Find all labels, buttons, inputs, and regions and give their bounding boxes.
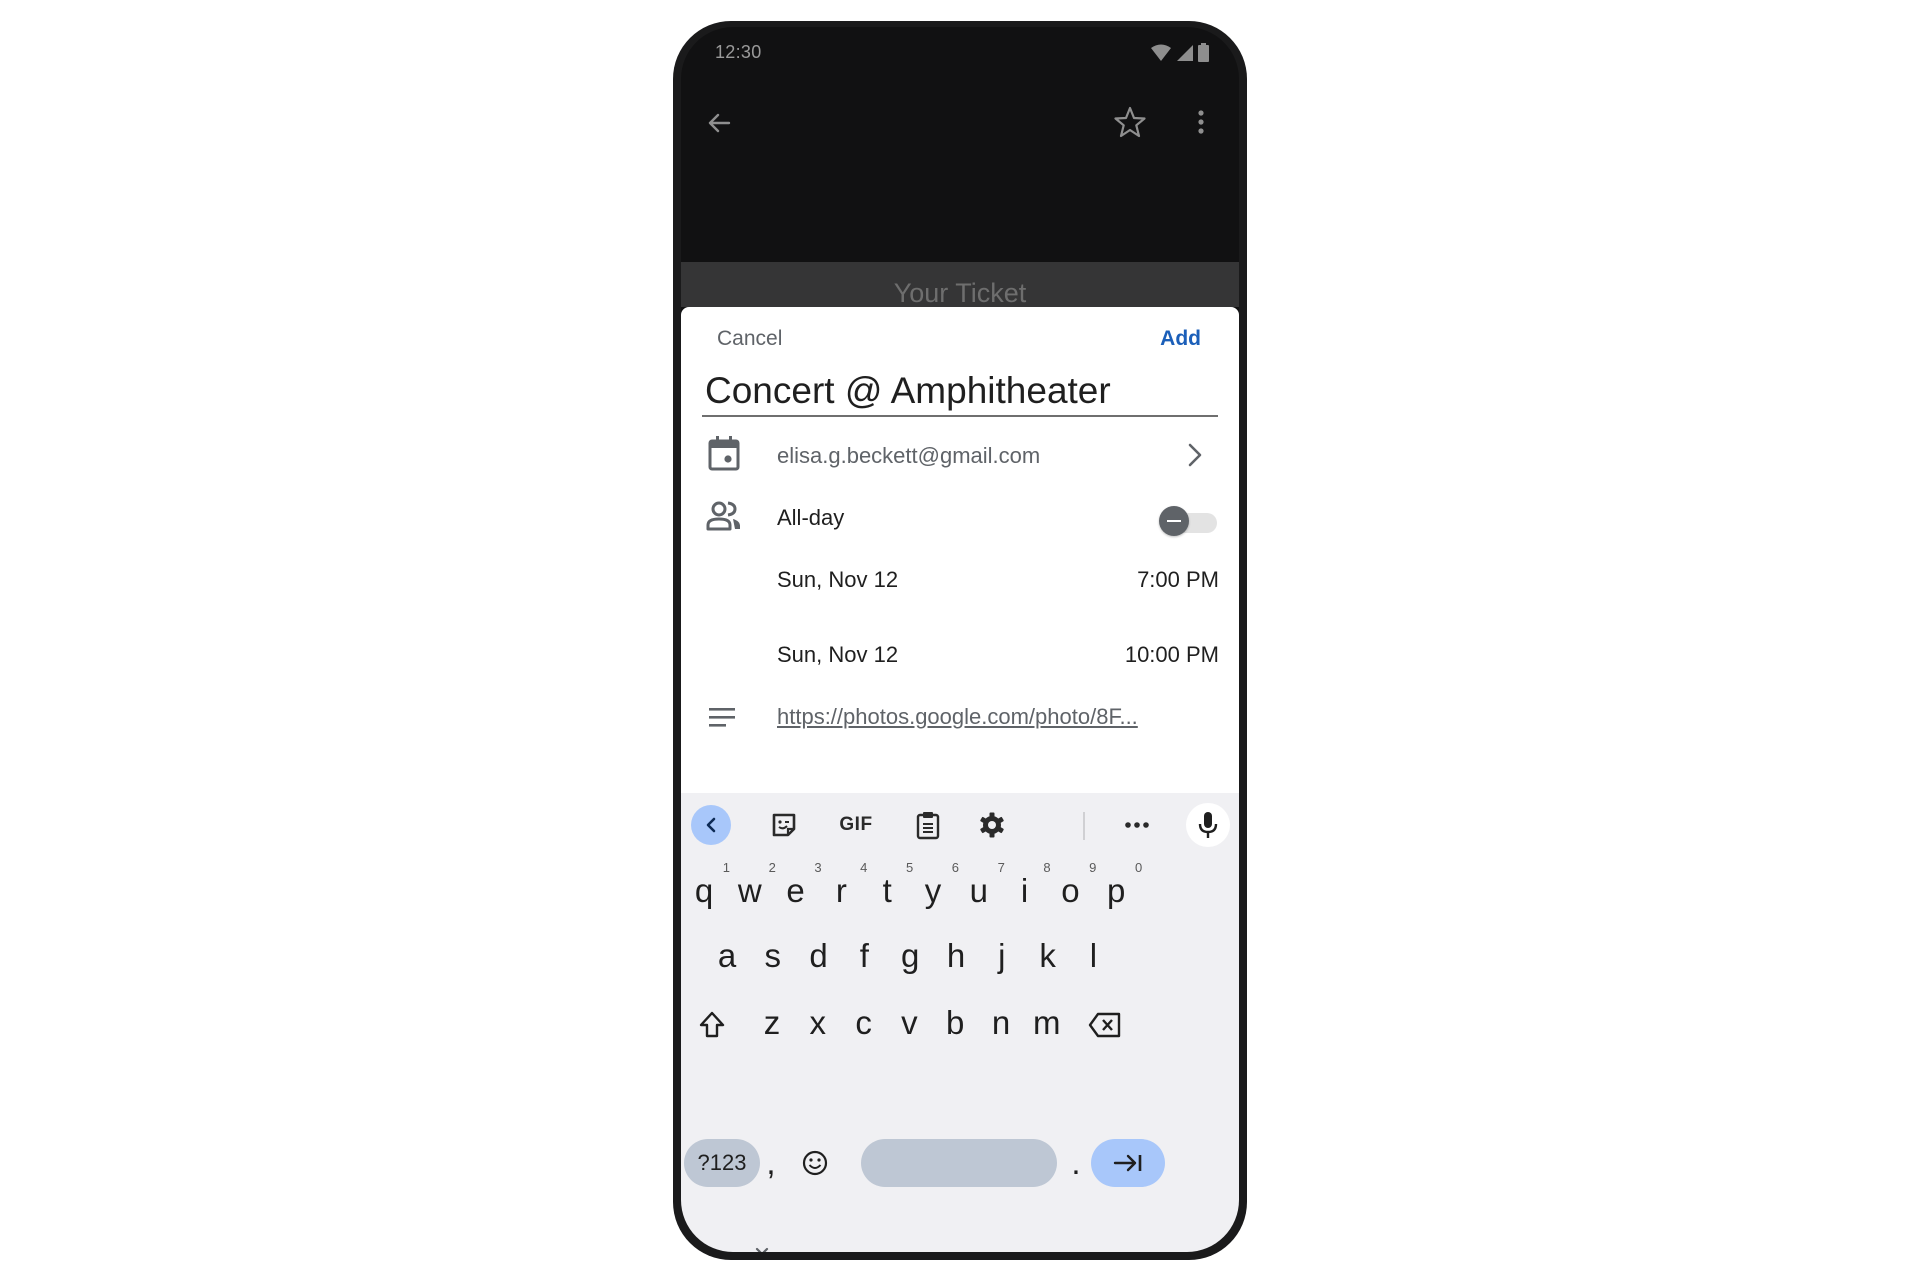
more-button[interactable] <box>1115 805 1159 845</box>
description-link[interactable]: https://photos.google.com/photo/8F... <box>777 704 1138 730</box>
key-w[interactable]: w2 <box>730 861 776 919</box>
end-time[interactable]: 10:00 PM <box>1125 642 1219 668</box>
key-label: q <box>694 872 714 909</box>
key-v[interactable]: v <box>889 995 929 1051</box>
key-i[interactable]: i8 <box>1005 861 1051 919</box>
key-b[interactable]: b <box>935 995 975 1051</box>
chevron-right-icon[interactable] <box>1184 439 1206 471</box>
collapse-toolbar-button[interactable] <box>691 805 731 845</box>
clipboard-button[interactable] <box>908 805 948 845</box>
gif-button[interactable]: GIF <box>826 805 886 845</box>
key-s[interactable]: s <box>753 928 793 984</box>
signal-icon <box>1177 45 1193 61</box>
key-label: w <box>737 872 762 909</box>
period-key[interactable]: . <box>1056 1135 1096 1191</box>
key-o[interactable]: o9 <box>1050 861 1096 919</box>
star-icon[interactable] <box>1113 105 1147 139</box>
toggle-thumb <box>1159 506 1189 536</box>
key-m[interactable]: m <box>1027 995 1067 1051</box>
key-n[interactable]: n <box>981 995 1021 1051</box>
chevron-left-icon <box>706 817 716 833</box>
key-t[interactable]: t5 <box>867 861 914 919</box>
sticker-icon <box>772 813 796 837</box>
key-k[interactable]: k <box>1028 928 1068 984</box>
wifi-icon <box>1151 44 1171 61</box>
key-u[interactable]: u7 <box>959 861 1005 919</box>
add-event-sheet: Cancel Add Concert @ Amphitheater elisa.… <box>681 307 1239 793</box>
key-r[interactable]: r4 <box>821 861 868 919</box>
status-time: 12:30 <box>715 42 762 62</box>
key-label: r <box>835 872 847 909</box>
tab-arrow-icon <box>1113 1154 1142 1172</box>
toolbar-divider <box>1083 812 1085 840</box>
all-day-label: All-day <box>777 505 845 530</box>
backspace-key[interactable] <box>1082 997 1128 1053</box>
microphone-icon <box>1198 812 1218 838</box>
phone-screen: 12:30 Your Ticket Cancel Add Concert @ A… <box>681 27 1239 1252</box>
symbols-key[interactable]: ?123 <box>684 1139 760 1187</box>
status-icons <box>1150 43 1209 62</box>
on-screen-keyboard: GIF q 1 w 2 e 3 r 4 t 5 y 6 u 7 i 8 o 9 … <box>681 793 1239 1252</box>
space-key[interactable] <box>861 1139 1057 1187</box>
backspace-icon <box>1088 1012 1121 1038</box>
key-label: p <box>1107 872 1126 909</box>
key-label: i <box>1020 872 1029 909</box>
emoji-icon <box>802 1150 828 1176</box>
key-e[interactable]: e3 <box>776 861 821 919</box>
sticker-button[interactable] <box>764 805 804 845</box>
next-field-key[interactable] <box>1091 1139 1165 1187</box>
settings-button[interactable] <box>972 805 1012 845</box>
key-g[interactable]: g <box>890 928 930 984</box>
key-label: o <box>1061 872 1080 909</box>
key-j[interactable]: j <box>982 928 1022 984</box>
key-number-hint: 0 <box>1134 860 1143 875</box>
key-label: u <box>969 872 988 909</box>
calendar-account[interactable]: elisa.g.beckett@gmail.com <box>777 443 1040 469</box>
end-date[interactable]: Sun, Nov 12 <box>777 642 898 668</box>
key-a[interactable]: a <box>707 928 747 984</box>
all-day-toggle[interactable] <box>1159 502 1219 538</box>
voice-input-button[interactable] <box>1186 803 1230 847</box>
background-page-title: Your Ticket <box>893 278 1027 308</box>
background-page-header: Your Ticket <box>681 262 1239 308</box>
start-date[interactable]: Sun, Nov 12 <box>777 567 898 593</box>
shift-key[interactable] <box>692 997 732 1053</box>
hide-keyboard-icon[interactable] <box>749 1245 775 1252</box>
comma-key[interactable]: , <box>751 1135 791 1191</box>
key-label: y <box>924 872 942 909</box>
gear-icon <box>980 812 1004 838</box>
clipboard-icon <box>916 812 940 840</box>
people-icon <box>706 501 740 531</box>
key-x[interactable]: x <box>798 995 838 1051</box>
battery-icon <box>1198 43 1209 62</box>
notes-icon <box>709 708 735 727</box>
key-y[interactable]: y6 <box>913 861 959 919</box>
shift-icon <box>699 1011 725 1038</box>
key-label: e <box>786 872 805 909</box>
key-p[interactable]: p0 <box>1096 861 1142 919</box>
calendar-icon <box>708 436 740 471</box>
back-arrow-icon[interactable] <box>703 107 735 139</box>
add-button[interactable]: Add <box>1160 327 1201 351</box>
emoji-key[interactable] <box>795 1135 835 1191</box>
start-time[interactable]: 7:00 PM <box>1137 567 1219 593</box>
key-l[interactable]: l <box>1073 928 1113 984</box>
key-label: t <box>882 872 892 909</box>
key-c[interactable]: c <box>844 995 884 1051</box>
key-h[interactable]: h <box>936 928 976 984</box>
key-q[interactable]: q1 <box>684 861 730 919</box>
cancel-button[interactable]: Cancel <box>717 327 782 351</box>
more-horiz-icon <box>1125 822 1149 828</box>
gif-label: GIF <box>839 814 873 835</box>
key-d[interactable]: d <box>799 928 839 984</box>
key-f[interactable]: f <box>844 928 884 984</box>
event-title-input[interactable]: Concert @ Amphitheater <box>702 367 1218 417</box>
key-z[interactable]: z <box>752 995 792 1051</box>
more-vert-icon[interactable] <box>1191 105 1211 139</box>
